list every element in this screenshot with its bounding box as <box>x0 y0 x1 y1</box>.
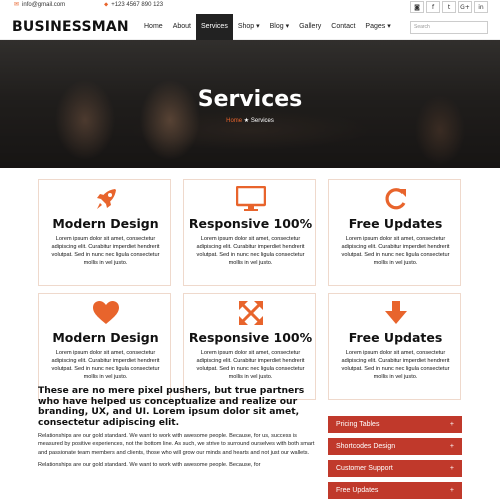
service-title: Free Updates <box>348 216 443 231</box>
map-marker-icon: ⬥ <box>104 2 109 8</box>
nav-item-gallery[interactable]: Gallery <box>294 14 326 40</box>
nav-item-contact[interactable]: Contact <box>326 14 360 40</box>
service-title: Modern Design <box>52 330 159 345</box>
envelope-icon: ✉ <box>14 2 20 8</box>
monitor-icon <box>184 184 317 214</box>
star-icon: ★ <box>243 118 250 124</box>
service-description: Lorem ipsum dolor sit amet, consectetur … <box>341 236 450 266</box>
rocket-icon <box>39 184 172 214</box>
about-section: These are no mere pixel pushers, but tru… <box>38 385 318 470</box>
email-text: info@gmail.com <box>22 2 66 8</box>
accordion-label: Shortcodes Design <box>336 443 396 450</box>
service-card: Modern Design Lorem ipsum dolor sit amet… <box>38 179 171 286</box>
service-card: Modern Design Lorem ipsum dolor sit amet… <box>38 293 171 400</box>
rss-icon[interactable]: ◙ <box>410 1 424 13</box>
service-title: Responsive 100% <box>188 330 313 345</box>
nav-item-about[interactable]: About <box>168 14 196 40</box>
accordion-label: Customer Support <box>336 465 393 472</box>
accordion-label: Free Updates <box>336 487 379 494</box>
accordion: Pricing Tables + Shortcodes Design + Cus… <box>328 416 462 500</box>
plus-icon[interactable]: + <box>450 416 454 433</box>
nav-item-services[interactable]: Services <box>195 14 233 40</box>
service-card: Responsive 100% Lorem ipsum dolor sit am… <box>183 179 316 286</box>
linkedin-icon[interactable]: in <box>474 1 488 13</box>
about-paragraph: Relationships are our gold standard. We … <box>38 433 315 456</box>
main-nav: Home About Services Shop ▾ Blog ▾ Galler… <box>139 14 396 40</box>
service-description: Lorem ipsum dolor sit amet, consectetur … <box>51 236 160 266</box>
search-input[interactable]: Search <box>410 21 488 34</box>
plus-icon[interactable]: + <box>450 460 454 477</box>
phone-contact[interactable]: ⬥ +123 4567 890 123 <box>104 2 163 8</box>
accordion-label: Pricing Tables <box>336 421 380 428</box>
nav-item-blog[interactable]: Blog ▾ <box>265 14 294 40</box>
service-description: Lorem ipsum dolor sit amet, consectetur … <box>51 350 160 380</box>
accordion-item-free-updates[interactable]: Free Updates + <box>328 482 462 499</box>
service-description: Lorem ipsum dolor sit amet, consectetur … <box>196 350 305 380</box>
nav-item-shop[interactable]: Shop ▾ <box>233 14 265 40</box>
hero-banner: Services Home ★ Services <box>0 40 500 168</box>
breadcrumb: Home ★ Services <box>0 117 500 124</box>
breadcrumb-current: Services <box>250 118 274 124</box>
social-links: ◙ f t G+ in <box>410 1 488 13</box>
service-title: Free Updates <box>348 330 443 345</box>
breadcrumb-home-link[interactable]: Home <box>226 118 242 124</box>
service-title: Responsive 100% <box>188 216 313 231</box>
about-heading: These are no mere pixel pushers, but tru… <box>38 385 305 428</box>
twitter-icon[interactable]: t <box>442 1 456 13</box>
phone-text: +123 4567 890 123 <box>111 2 164 8</box>
nav-item-pages[interactable]: Pages ▾ <box>360 14 395 40</box>
facebook-icon[interactable]: f <box>426 1 440 13</box>
plus-icon[interactable]: + <box>450 482 454 499</box>
about-paragraph: Relationships are our gold standard. We … <box>38 462 261 469</box>
google-plus-icon[interactable]: G+ <box>458 1 472 13</box>
main-header: BUSINESSMAN Home About Services Shop ▾ B… <box>0 14 500 40</box>
site-logo[interactable]: BUSINESSMAN <box>12 19 129 35</box>
service-description: Lorem ipsum dolor sit amet, consectetur … <box>341 350 450 380</box>
service-card: Free Updates Lorem ipsum dolor sit amet,… <box>328 179 461 286</box>
plus-icon[interactable]: + <box>450 438 454 455</box>
page-title: Services <box>197 87 303 112</box>
heart-icon <box>39 298 172 328</box>
accordion-item-pricing-tables[interactable]: Pricing Tables + <box>328 416 462 433</box>
service-title: Modern Design <box>52 216 159 231</box>
expand-arrows-icon <box>184 298 317 328</box>
accordion-item-shortcodes-design[interactable]: Shortcodes Design + <box>328 438 462 455</box>
email-contact[interactable]: ✉ info@gmail.com <box>14 2 65 8</box>
service-card: Responsive 100% Lorem ipsum dolor sit am… <box>183 293 316 400</box>
service-card: Free Updates Lorem ipsum dolor sit amet,… <box>328 293 461 400</box>
accordion-item-customer-support[interactable]: Customer Support + <box>328 460 462 477</box>
nav-item-home[interactable]: Home <box>139 14 168 40</box>
refresh-icon <box>329 184 462 214</box>
service-description: Lorem ipsum dolor sit amet, consectetur … <box>196 236 305 266</box>
top-bar: ✉ info@gmail.com ⬥ +123 4567 890 123 ◙ f… <box>0 0 500 14</box>
arrow-down-icon <box>329 298 462 328</box>
